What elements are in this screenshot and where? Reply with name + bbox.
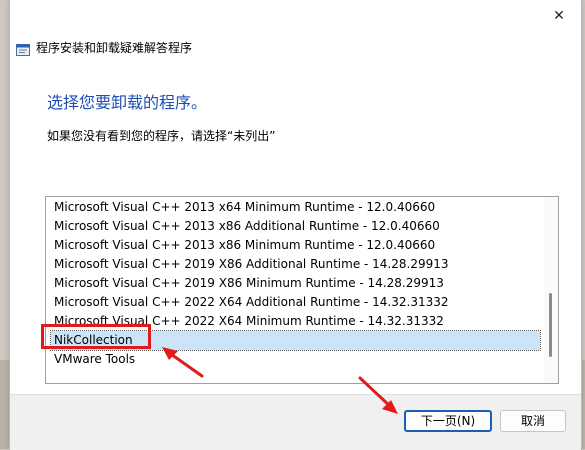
- list-item[interactable]: Microsoft Visual C++ 2013 x64 Minimum Ru…: [51, 198, 435, 217]
- list-item[interactable]: VMware Tools: [51, 350, 135, 369]
- program-list[interactable]: Microsoft Visual C++ 2013 x64 Minimum Ru…: [45, 196, 559, 384]
- annotation-arrow-to-next: [358, 376, 398, 414]
- instruction-text: 如果您没有看到您的程序，请选择“未列出”: [47, 129, 276, 143]
- list-scrollbar[interactable]: [544, 197, 558, 383]
- annotation-arrow-to-item: [162, 347, 204, 378]
- list-item[interactable]: Microsoft Visual C++ 2022 X64 Additional…: [51, 293, 449, 312]
- title-bar: 程序安装和卸载疑难解答程序: [16, 38, 192, 56]
- window-title: 程序安装和卸载疑难解答程序: [36, 40, 193, 55]
- troubleshooter-window: ✕ 程序安装和卸载疑难解答程序 选择您要卸载的程序。 如果您没有看到您的程序，请…: [9, 0, 582, 450]
- troubleshooter-app-icon: [16, 41, 30, 56]
- close-button[interactable]: ✕: [547, 5, 571, 27]
- page-heading: 选择您要卸载的程序。: [47, 93, 208, 112]
- button-bar: 下一页(N) 取消: [10, 394, 581, 450]
- annotation-highlight-box: [41, 324, 151, 349]
- close-icon: ✕: [553, 8, 565, 24]
- next-button[interactable]: 下一页(N): [404, 410, 492, 432]
- cancel-button[interactable]: 取消: [500, 410, 566, 432]
- list-item[interactable]: Microsoft Visual C++ 2019 X86 Additional…: [51, 255, 449, 274]
- scrollbar-thumb[interactable]: [549, 293, 552, 357]
- list-item[interactable]: Microsoft Visual C++ 2013 x86 Minimum Ru…: [51, 236, 435, 255]
- list-item[interactable]: Microsoft Visual C++ 2019 X86 Minimum Ru…: [51, 274, 444, 293]
- list-item[interactable]: Microsoft Visual C++ 2013 x86 Additional…: [51, 217, 440, 236]
